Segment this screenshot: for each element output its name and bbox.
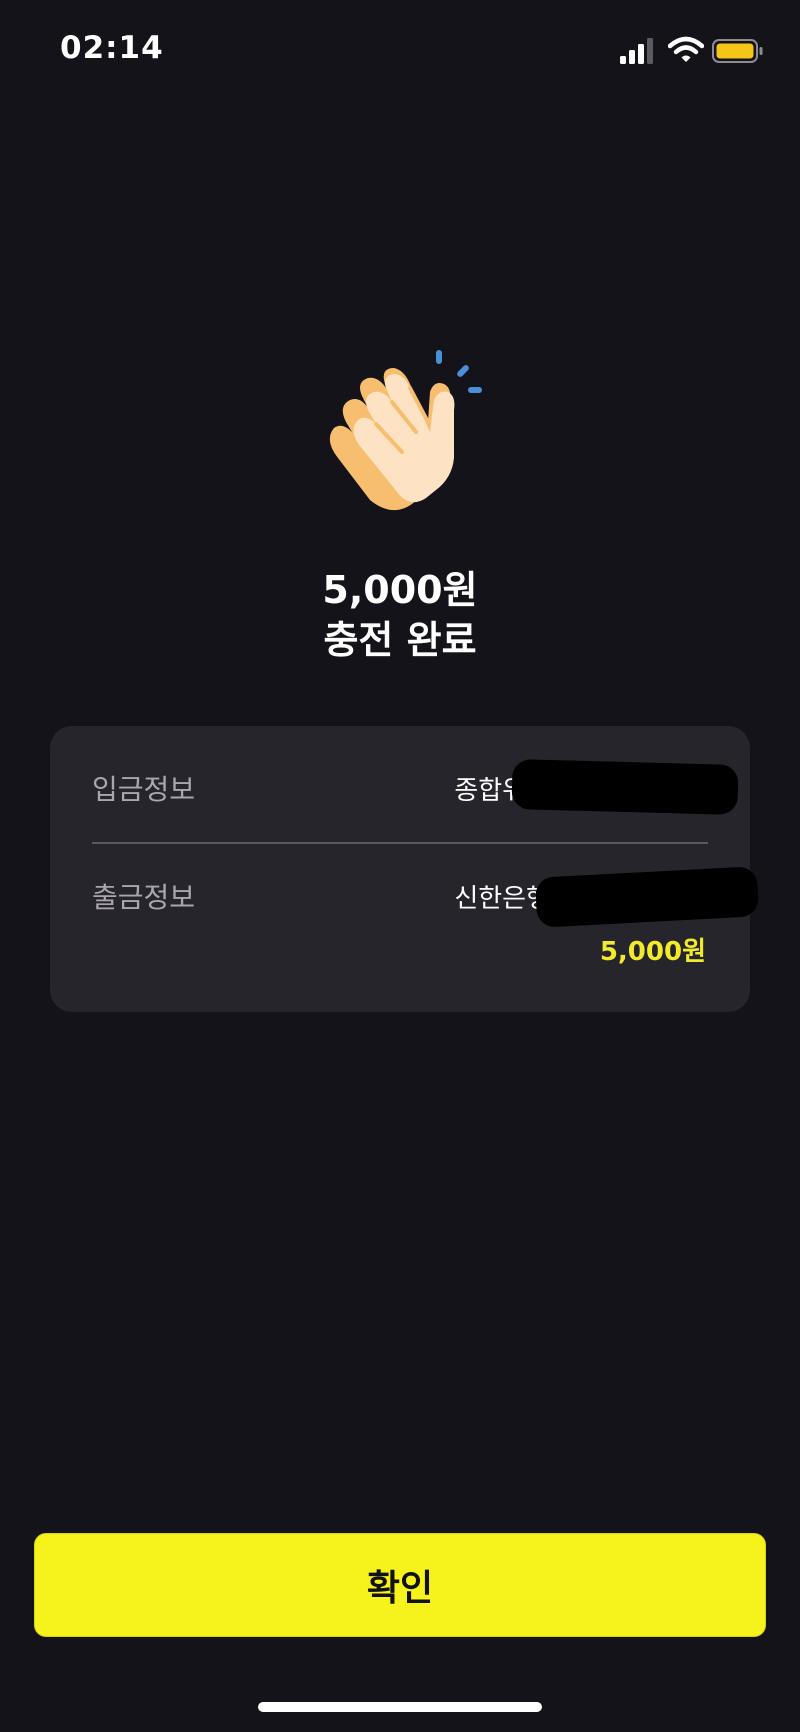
battery-icon [712, 39, 763, 63]
redacted-account-number [534, 866, 760, 928]
signal-icon [620, 38, 653, 64]
clapping-hands-icon [329, 350, 482, 511]
wifi-icon [668, 36, 704, 62]
transaction-info-card: 입금정보 종합위탁 출금정보 신한은행 5,000원 [50, 726, 760, 1012]
status-time: 02:14 [60, 30, 164, 66]
confirm-button[interactable]: 확인 [34, 1533, 766, 1637]
withdraw-amount: 5,000원 [599, 937, 706, 967]
deposit-info-label: 입금정보 [92, 773, 196, 806]
status-bar: 02:14 [0, 0, 800, 100]
charge-amount: 5,000원 [322, 568, 478, 612]
charge-headline: 5,000원 충전 완료 [0, 565, 800, 665]
withdraw-info-label: 출금정보 [92, 881, 196, 914]
charge-status: 충전 완료 [323, 618, 477, 662]
home-indicator[interactable] [258, 1702, 542, 1712]
redacted-account-number [511, 759, 739, 815]
divider [92, 842, 708, 844]
